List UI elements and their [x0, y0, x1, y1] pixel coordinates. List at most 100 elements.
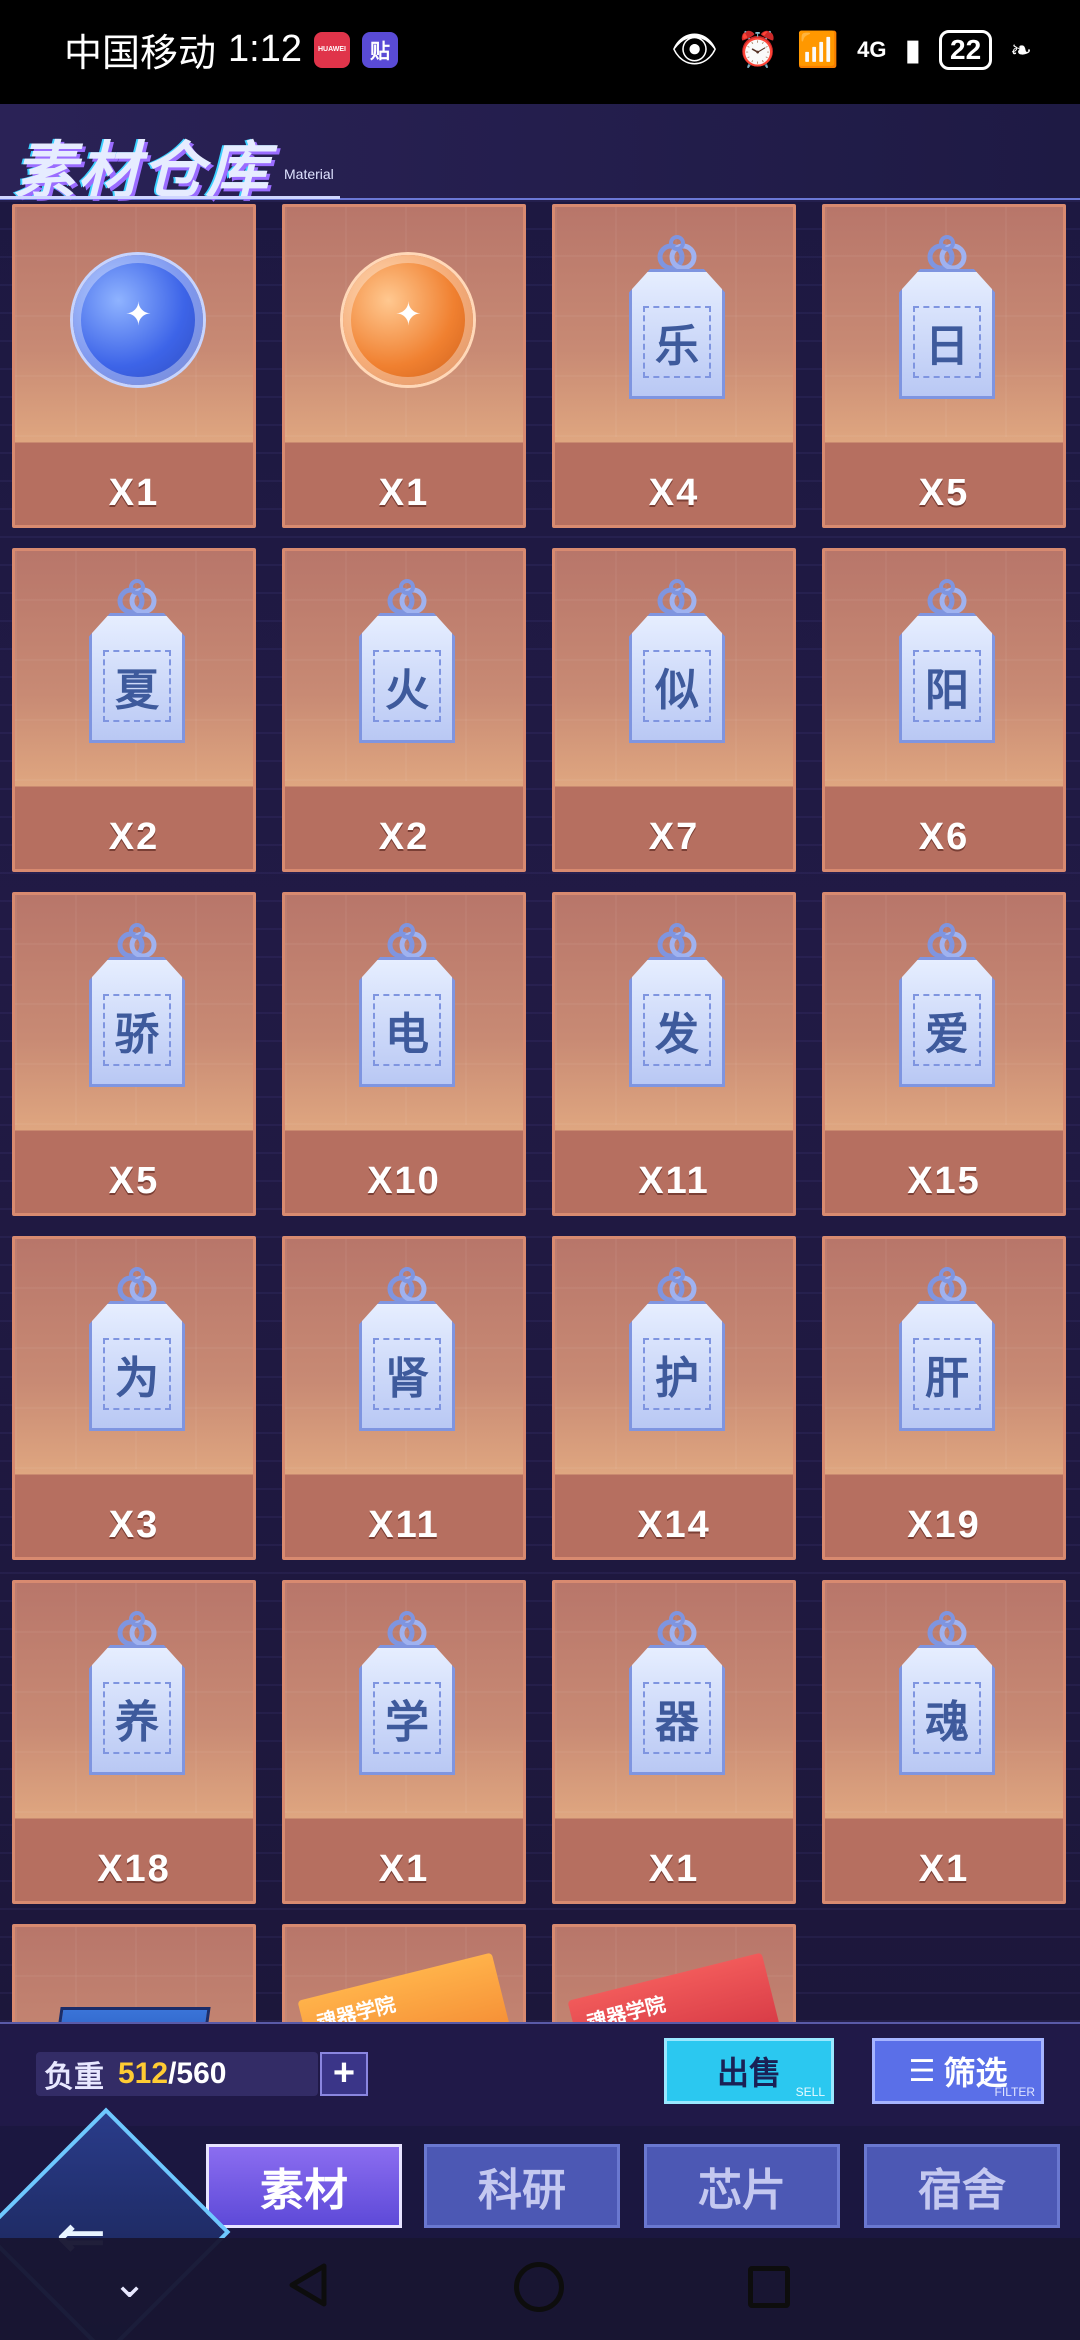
item-count: X11 — [368, 1504, 440, 1546]
item-card[interactable]: 养 X18 — [12, 1580, 256, 1904]
item-count: X5 — [918, 472, 970, 514]
capacity-label: 负重 — [44, 2061, 104, 2094]
name-tag-icon: 发 — [629, 923, 725, 1089]
status-right: 👁 ⏰ 📶 4G ▮ 22 ❧ — [670, 28, 1032, 72]
name-tag-icon: 乐 — [629, 235, 725, 401]
item-count: X4 — [648, 472, 700, 514]
name-tag-icon: 夏 — [89, 579, 185, 745]
tag-body: 发 — [629, 957, 725, 1087]
nav-home-icon[interactable] — [514, 2262, 564, 2312]
nav-back-icon[interactable] — [288, 2262, 328, 2308]
item-card[interactable]: ✦ X1 — [12, 204, 256, 528]
tag-body: 肾 — [359, 1301, 455, 1431]
item-count: X1 — [918, 1848, 970, 1890]
tag-body: 肝 — [899, 1301, 995, 1431]
item-card[interactable]: 似 X7 — [552, 548, 796, 872]
item-card[interactable]: 魂器学院 — [282, 1924, 526, 2022]
tag-character: 阳 — [913, 650, 981, 722]
tag-body: 器 — [629, 1645, 725, 1775]
item-card[interactable]: 火 X2 — [282, 548, 526, 872]
item-count: X2 — [378, 816, 430, 858]
carrier-label: 中国移动 — [64, 33, 217, 75]
clock: 1:12 — [228, 28, 302, 70]
network-type: 4G — [857, 37, 887, 62]
item-card[interactable]: 电 X10 — [282, 892, 526, 1216]
item-card[interactable] — [12, 1924, 256, 2022]
book-label: 魂器学院 — [584, 1993, 668, 2022]
item-card[interactable]: ✦ X1 — [282, 204, 526, 528]
name-tag-icon: 器 — [629, 1611, 725, 1777]
sell-label-en: SELL — [795, 2085, 825, 2099]
item-card[interactable]: 护 X14 — [552, 1236, 796, 1560]
item-card[interactable]: 骄 X5 — [12, 892, 256, 1216]
tag-body: 养 — [89, 1645, 185, 1775]
tab-material[interactable]: 素材 — [206, 2144, 402, 2228]
tab-chip[interactable]: 芯片 — [644, 2144, 840, 2228]
tag-character: 发 — [643, 994, 711, 1066]
tag-body: 电 — [359, 957, 455, 1087]
page-subtitle: Material — [284, 166, 334, 182]
item-card[interactable]: 肝 X19 — [822, 1236, 1066, 1560]
academy-book-icon: 魂器学院 — [297, 1952, 521, 2022]
inventory-grid[interactable]: ✦ X1 ✦ X1 乐 X4 日 X5 夏 X2 火 X2 似 X7 阳 X6 … — [0, 200, 1080, 2022]
item-count: X6 — [918, 816, 970, 858]
tab-dormitory[interactable]: 宿舍 — [864, 2144, 1060, 2228]
inventory-action-bar: 负重 512 /560 + 出售 SELL ☰ 筛选 FILTER — [0, 2022, 1080, 2126]
filter-button[interactable]: ☰ 筛选 FILTER — [872, 2038, 1044, 2104]
wifi-icon: 📶 — [796, 31, 840, 69]
leaf-icon: ❧ — [1010, 34, 1032, 65]
item-card[interactable]: 为 X3 — [12, 1236, 256, 1560]
item-card[interactable]: 肾 X11 — [282, 1236, 526, 1560]
tag-body: 爱 — [899, 957, 995, 1087]
item-card[interactable]: 日 X5 — [822, 204, 1066, 528]
name-tag-icon: 火 — [359, 579, 455, 745]
item-count: X5 — [108, 1160, 160, 1202]
item-card[interactable]: 学 X1 — [282, 1580, 526, 1904]
name-tag-icon: 养 — [89, 1611, 185, 1777]
nav-recents-icon[interactable] — [748, 2266, 790, 2308]
item-card[interactable]: 器 X1 — [552, 1580, 796, 1904]
item-count: X7 — [648, 816, 700, 858]
collapse-chevron-icon[interactable]: ⌄ — [112, 2258, 147, 2307]
name-tag-icon: 阳 — [899, 579, 995, 745]
name-tag-icon: 肾 — [359, 1267, 455, 1433]
huawei-badge-text: HUAWEI — [317, 46, 346, 53]
tag-character: 肝 — [913, 1338, 981, 1410]
tag-body: 夏 — [89, 613, 185, 743]
huawei-app-icon: HUAWEI — [313, 31, 350, 68]
tag-body: 日 — [899, 269, 995, 399]
tag-character: 器 — [643, 1682, 711, 1754]
system-nav-bar: ⌄ — [0, 2238, 1080, 2340]
name-tag-icon: 似 — [629, 579, 725, 745]
name-tag-icon: 护 — [629, 1267, 725, 1433]
tag-character: 日 — [913, 306, 981, 378]
expand-capacity-button[interactable]: + — [320, 2052, 368, 2096]
tag-character: 夏 — [103, 650, 171, 722]
tag-character: 肾 — [373, 1338, 441, 1410]
item-card[interactable]: 爱 X15 — [822, 892, 1066, 1216]
item-count: X15 — [907, 1160, 981, 1202]
tag-character: 护 — [643, 1338, 711, 1410]
name-tag-icon: 骄 — [89, 923, 185, 1089]
tag-body: 魂 — [899, 1645, 995, 1775]
tab-research[interactable]: 科研 — [424, 2144, 620, 2228]
item-card[interactable]: 乐 X4 — [552, 204, 796, 528]
item-card[interactable]: 魂 X1 — [822, 1580, 1066, 1904]
eye-icon: 👁 — [670, 29, 719, 71]
filter-icon: ☰ — [908, 2054, 936, 2088]
name-tag-icon: 为 — [89, 1267, 185, 1433]
item-card[interactable]: 夏 X2 — [12, 548, 256, 872]
header-underline — [0, 196, 340, 199]
sell-button[interactable]: 出售 SELL — [664, 2038, 834, 2104]
app-screen: 中国移动 1:12 HUAWEI 贴 👁 ⏰ 📶 4G ▮ 22 ❧ 素材仓库 … — [0, 0, 1080, 2340]
tag-body: 似 — [629, 613, 725, 743]
item-count: X1 — [378, 1848, 430, 1890]
orange-orb-icon: ✦ — [343, 255, 473, 385]
sticker-badge-text: 贴 — [369, 41, 390, 63]
item-card[interactable]: 阳 X6 — [822, 548, 1066, 872]
status-left: 中国移动 1:12 HUAWEI 贴 — [64, 22, 398, 77]
filter-label-en: FILTER — [994, 2085, 1035, 2099]
sticker-app-icon: 贴 — [361, 31, 398, 68]
item-card[interactable]: 魂器学院 — [552, 1924, 796, 2022]
item-card[interactable]: 发 X11 — [552, 892, 796, 1216]
